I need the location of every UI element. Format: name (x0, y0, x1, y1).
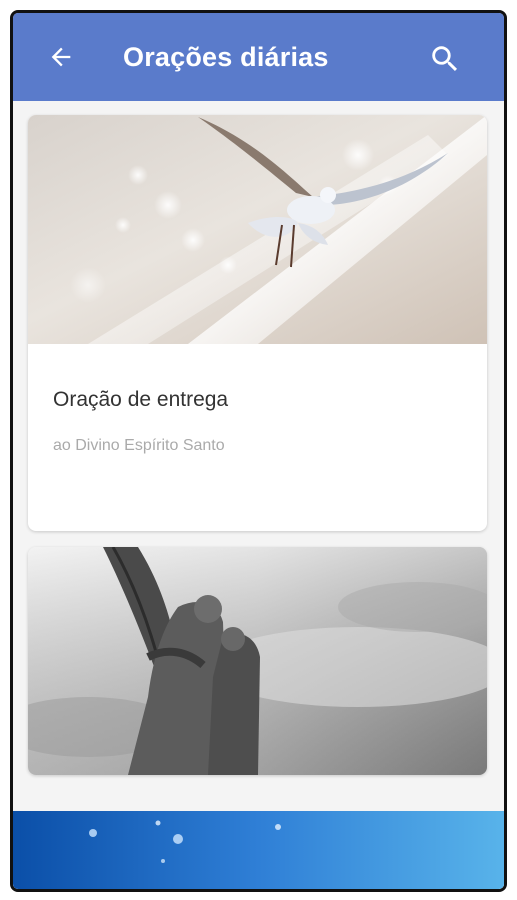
arrow-left-icon (51, 47, 71, 67)
prayer-card[interactable]: Oração de entrega ao Divino Espírito San… (28, 115, 487, 531)
card-subtitle: ao Divino Espírito Santo (53, 437, 225, 454)
angel-statue-image (28, 547, 487, 775)
dove-image (28, 115, 487, 344)
page-title: Orações diárias (123, 42, 329, 72)
prayer-card[interactable] (28, 547, 487, 775)
search-icon (432, 46, 458, 72)
app-bar: Orações diárias (13, 13, 504, 101)
bottom-banner-image (13, 811, 504, 889)
search-button[interactable] (425, 39, 465, 79)
phone-frame: Orações diárias Oração de entrega ao Div… (10, 10, 507, 892)
prayer-list: Oração de entrega ao Divino Espírito San… (13, 101, 504, 889)
back-button[interactable] (43, 39, 79, 75)
card-title: Oração de entrega (53, 388, 229, 411)
